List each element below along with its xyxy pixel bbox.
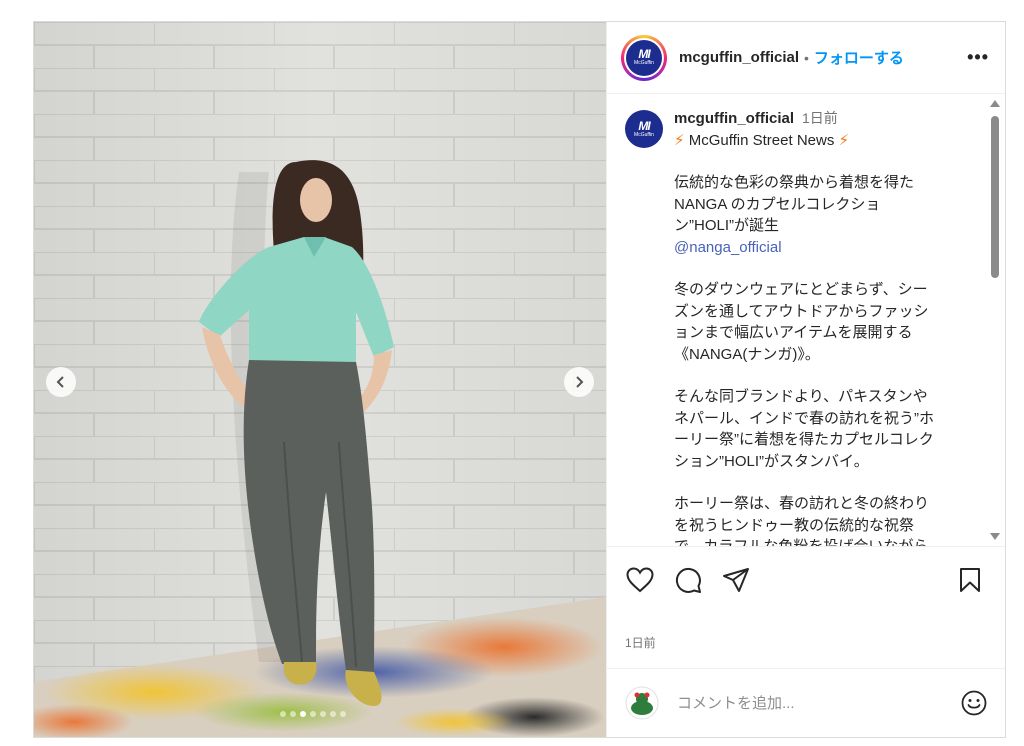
post-dialog: MI McGuffin mcguffin_official • フォローする •… — [33, 21, 1006, 738]
caption-headline: ⚡ McGuffin Street News ⚡ — [674, 131, 850, 149]
author-username[interactable]: mcguffin_official — [679, 49, 799, 66]
caption: MI McGuffin mcguffin_official 1日前 ⚡ McGuf… — [607, 94, 1005, 546]
action-bar — [607, 546, 1005, 612]
emoji-button[interactable] — [959, 688, 989, 718]
comments-area[interactable]: MI McGuffin mcguffin_official 1日前 ⚡ McGuf… — [607, 94, 1005, 546]
user-avatar-icon — [625, 686, 659, 720]
caption-avatar[interactable]: MI McGuffin — [625, 110, 663, 148]
caption-username[interactable]: mcguffin_official — [674, 110, 794, 127]
comments-scrollbar[interactable] — [989, 100, 1001, 540]
comment-button[interactable] — [673, 565, 703, 595]
smile-icon — [961, 690, 987, 716]
add-comment-bar — [607, 668, 1005, 737]
comment-input[interactable] — [675, 693, 959, 713]
caption-body: mcguffin_official 1日前 ⚡ McGuffin Street N… — [674, 108, 966, 546]
slide-dot — [290, 711, 296, 717]
caption-paragraph-1: 伝統的な色彩の祭典から着想を得た NANGA のカプセルコレクショ ン”HOLI… — [674, 172, 966, 258]
author-avatar[interactable]: MI McGuffin — [621, 34, 667, 81]
next-slide-button[interactable] — [564, 367, 594, 397]
chevron-right-icon — [576, 376, 584, 388]
slide-indicator — [280, 711, 346, 717]
like-button[interactable] — [625, 565, 655, 595]
slide-dot — [320, 711, 326, 717]
post-media[interactable] — [34, 22, 606, 737]
caption-paragraph-2: 冬のダウンウェアにとどまらず、シー ズンを通してアウトドアからファッシ ョンまで… — [674, 281, 929, 363]
more-options-icon[interactable]: ••• — [967, 47, 989, 68]
lightning-icon: ⚡ — [838, 131, 850, 149]
separator-dot: • — [804, 49, 809, 66]
share-button[interactable] — [721, 565, 751, 595]
save-button[interactable] — [955, 565, 985, 595]
brand-logo: MI McGuffin — [626, 39, 662, 76]
caption-time: 1日前 — [802, 110, 838, 126]
mention-link[interactable]: @nanga_official — [674, 237, 966, 259]
chevron-left-icon — [56, 376, 64, 388]
slide-dot — [330, 711, 336, 717]
slide-dot — [310, 711, 316, 717]
scroll-down-arrow-icon[interactable] — [990, 533, 1000, 540]
slide-dot — [340, 711, 346, 717]
post-side-panel: MI McGuffin mcguffin_official • フォローする •… — [606, 22, 1005, 737]
heart-icon — [626, 566, 654, 592]
caption-paragraph-4: ホーリー祭は、春の訪れと冬の終わり を祝うヒンドゥー教の伝統的な祝祭 で、カラフ… — [674, 495, 930, 546]
bookmark-icon — [960, 567, 980, 592]
user-avatar[interactable] — [625, 686, 659, 720]
scrollbar-thumb[interactable] — [991, 116, 999, 278]
lightning-icon: ⚡ — [674, 131, 685, 149]
post-photo — [34, 22, 606, 737]
caption-paragraph-3: そんな同ブランドより、パキスタンや ネパール、インドで春の訪れを祝う”ホ ーリー… — [674, 388, 934, 470]
post-header: MI McGuffin mcguffin_official • フォローする •… — [607, 22, 1005, 94]
slide-dot — [280, 711, 286, 717]
scroll-up-arrow-icon[interactable] — [990, 100, 1000, 107]
post-date: 1日前 — [625, 636, 656, 650]
slide-dot-active — [300, 711, 306, 717]
previous-slide-button[interactable] — [46, 367, 76, 397]
send-icon — [723, 567, 749, 592]
comment-icon — [675, 567, 701, 593]
follow-button[interactable]: フォローする — [814, 47, 904, 68]
